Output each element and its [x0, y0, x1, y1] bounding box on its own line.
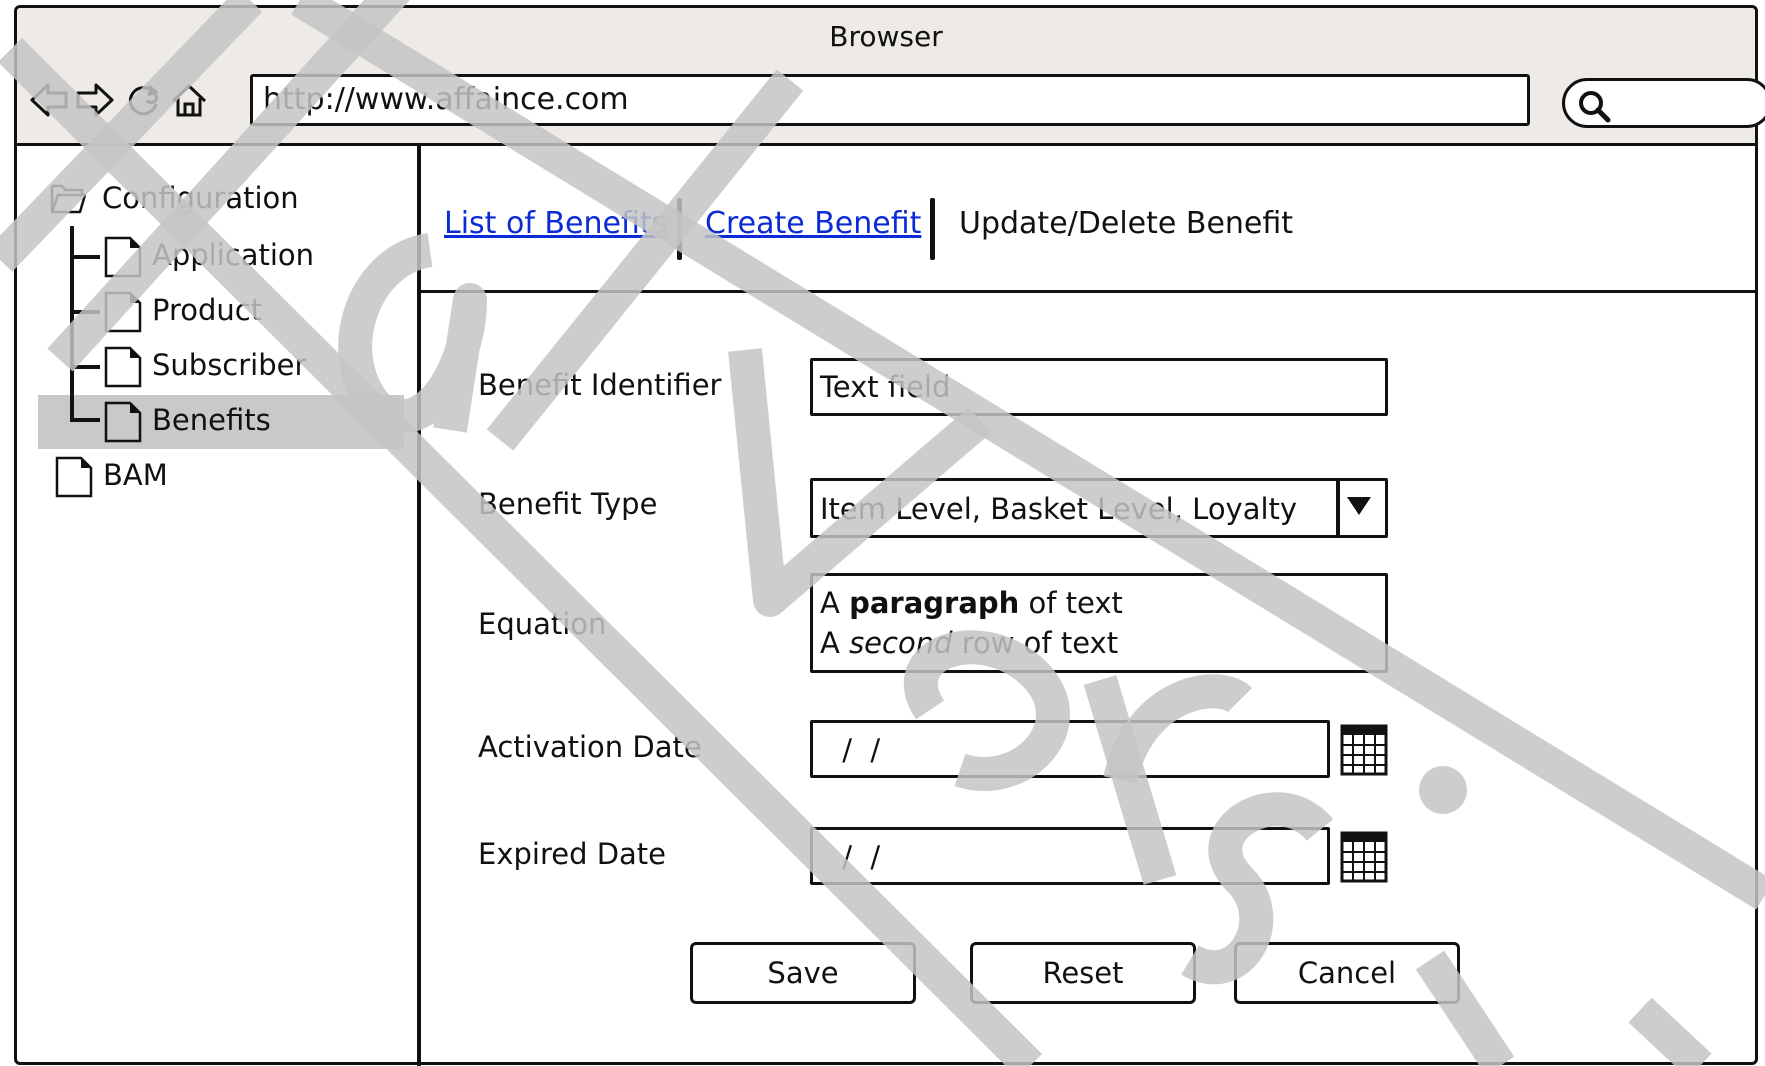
benefit-type-label: Benefit Type — [478, 487, 658, 521]
expired-date-input[interactable]: / / — [810, 827, 1330, 885]
breadcrumb-list-of-benefits[interactable]: List of Benefits — [444, 206, 667, 241]
sidebar-divider — [417, 143, 421, 1066]
calendar-icon[interactable] — [1340, 831, 1388, 883]
file-icon — [55, 456, 93, 498]
benefit-type-select[interactable]: Item Level, Basket Level, Loyalty — [810, 478, 1388, 538]
url-bar[interactable]: http://www.affaince.com — [250, 74, 1530, 126]
expired-date-label: Expired Date — [478, 837, 667, 871]
equation-line-2: A second row of text — [820, 626, 1119, 660]
activation-date-input[interactable]: / / — [810, 720, 1330, 778]
benefit-identifier-input[interactable]: Text field — [810, 358, 1388, 416]
sidebar-item-label: BAM — [103, 458, 168, 492]
cancel-button[interactable]: Cancel — [1234, 942, 1460, 1004]
sidebar-item-label: Configuration — [102, 181, 299, 215]
sidebar-item-label: Product — [152, 293, 263, 327]
breadcrumb-current: Update/Delete Benefit — [959, 206, 1294, 241]
breadcrumb-create-benefit[interactable]: Create Benefit — [705, 206, 921, 241]
sidebar-item-label: Subscriber — [152, 348, 307, 382]
calendar-icon[interactable] — [1340, 724, 1388, 776]
breadcrumb-separator — [677, 198, 682, 260]
save-button[interactable]: Save — [690, 942, 916, 1004]
header-divider — [421, 290, 1758, 293]
file-icon — [104, 291, 142, 333]
equation-line-1: A paragraph of text — [820, 586, 1123, 620]
chevron-down-icon[interactable] — [1346, 496, 1372, 516]
activation-date-label: Activation Date — [478, 730, 702, 764]
equation-textarea[interactable]: A paragraph of text A second row of text — [810, 573, 1388, 673]
benefit-type-selected-value: Item Level, Basket Level, Loyalty — [820, 492, 1298, 526]
sidebar-item-label: Application — [152, 238, 315, 272]
browser-search-field[interactable] — [1562, 78, 1765, 128]
file-icon — [104, 346, 142, 388]
file-icon — [104, 236, 142, 278]
breadcrumb-separator — [930, 198, 935, 260]
file-icon — [104, 401, 142, 443]
sidebar-item-label: Benefits — [152, 403, 271, 437]
folder-open-icon — [50, 184, 86, 214]
search-icon[interactable] — [1577, 89, 1611, 123]
benefit-identifier-label: Benefit Identifier — [478, 368, 722, 402]
equation-label: Equation — [478, 607, 607, 641]
select-divider — [1336, 478, 1340, 538]
reset-button[interactable]: Reset — [970, 942, 1196, 1004]
